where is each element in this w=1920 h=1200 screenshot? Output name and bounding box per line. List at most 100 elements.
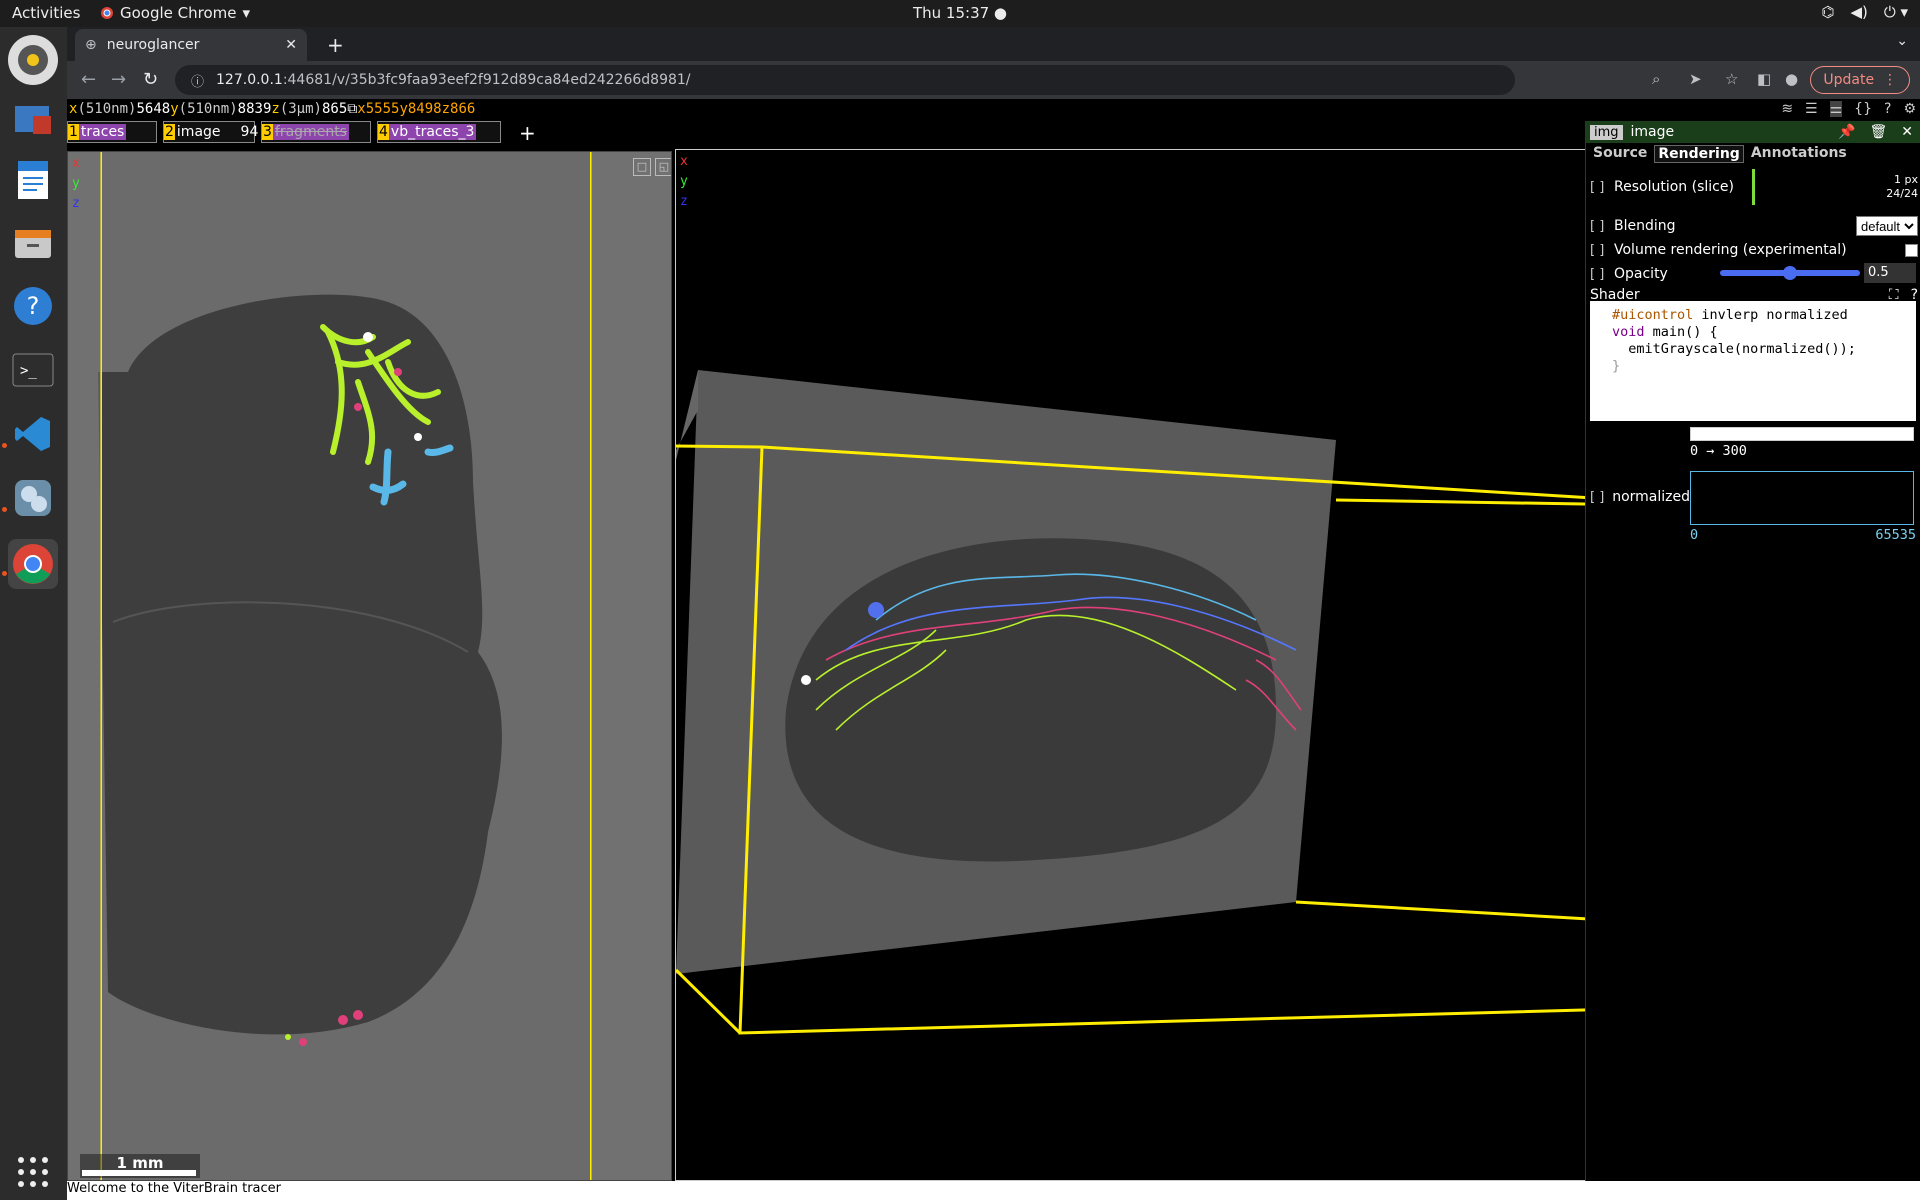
help-question-icon[interactable]: ? <box>1884 101 1891 117</box>
z-coordinate[interactable]: 865 <box>322 101 347 117</box>
axis-y-label: y <box>680 174 688 189</box>
update-label: Update <box>1823 72 1875 88</box>
x-coordinate[interactable]: 5648 <box>136 101 170 117</box>
files-icon[interactable] <box>8 219 58 269</box>
expand-icon[interactable]: ◱ <box>655 158 671 176</box>
layer-name: image <box>176 124 221 140</box>
tool-bracket[interactable]: [ ] <box>1590 219 1608 234</box>
layer-chip-fragments[interactable]: 3 fragments <box>261 121 371 143</box>
slice-view-panel[interactable]: x y z □ ◱ 1 mm <box>67 151 672 1181</box>
side-layer-name[interactable]: image <box>1631 124 1675 140</box>
send-icon[interactable]: ➤ <box>1689 70 1702 88</box>
tool-bracket[interactable]: [ ] <box>1590 490 1606 505</box>
back-button[interactable]: ← <box>81 69 96 90</box>
code-directive: #uicontrol <box>1612 307 1694 323</box>
side-panel-icon[interactable]: ◧ <box>1757 70 1771 88</box>
settings-sliders-icon[interactable]: ⚌ <box>1829 101 1843 117</box>
zoom-icon[interactable]: ⌕ <box>1652 70 1660 88</box>
volume-row: [ ] Volume rendering (experimental) <box>1590 240 1918 260</box>
volume-checkbox[interactable] <box>1905 243 1918 257</box>
browser-toolbar: ← → ↻ ⓘ 127.0.0.1:44681/v/35b3fc9faa93ee… <box>67 61 1920 99</box>
blending-label: Blending <box>1614 218 1676 234</box>
blending-select[interactable]: default <box>1856 216 1918 236</box>
app-menu-label: Google Chrome <box>120 4 237 22</box>
tab-title: neuroglancer <box>106 37 200 53</box>
tab-annotations[interactable]: Annotations <box>1748 145 1850 163</box>
tool-bracket[interactable]: [ ] <box>1590 267 1608 282</box>
writer-icon[interactable] <box>8 155 58 205</box>
activities-button[interactable]: Activities <box>12 4 80 22</box>
forward-button[interactable]: → <box>111 69 126 90</box>
code-text: main() { <box>1644 324 1718 340</box>
layer-number: 3 <box>262 124 273 140</box>
rhythmbox-icon[interactable] <box>8 35 58 85</box>
layers-icon[interactable]: ≋ <box>1781 101 1793 117</box>
mouse-z: 866 <box>450 101 476 117</box>
update-button[interactable]: Update ⋮ <box>1810 66 1910 94</box>
code-keyword: void <box>1612 324 1645 340</box>
tool-bracket[interactable]: [ ] <box>1590 243 1608 258</box>
layer-list-icon[interactable]: ☰ <box>1805 101 1818 117</box>
close-icon[interactable]: ✕ <box>1901 124 1913 140</box>
reload-button[interactable]: ↻ <box>143 69 158 90</box>
address-bar[interactable]: ⓘ 127.0.0.1:44681/v/35b3fc9faa93eef2f912… <box>175 65 1515 95</box>
resolution-bar <box>1751 169 1755 205</box>
bookmark-star-icon[interactable]: ☆ <box>1725 70 1738 88</box>
volume-icon[interactable]: ◀) <box>1850 3 1867 21</box>
pin-icon[interactable]: 📌 <box>1838 124 1855 140</box>
norm-max[interactable]: 65535 <box>1875 527 1916 543</box>
tab-search-icon[interactable]: ⌄ <box>1896 33 1908 49</box>
layer-chip-vb-traces-3[interactable]: 4 vb_traces_3 <box>377 121 501 143</box>
norm-min[interactable]: 0 <box>1690 527 1698 543</box>
layer-name: fragments <box>272 124 349 140</box>
layer-side-panel: img image 📌 🗑 ✕ Source Rendering Annotat… <box>1585 121 1920 1181</box>
vscode-icon[interactable] <box>8 409 58 459</box>
close-icon[interactable]: ✕ <box>285 37 297 53</box>
tool-bracket[interactable]: [ ] <box>1590 180 1608 195</box>
range-histogram[interactable] <box>1690 427 1914 441</box>
axis-x-label: x <box>680 154 688 169</box>
resolution-px: 1 px <box>1894 173 1918 186</box>
axis-x-label: x <box>72 156 80 171</box>
help-icon[interactable]: ? <box>8 281 58 331</box>
maximize-icon[interactable]: □ <box>633 158 651 176</box>
status-bar: Welcome to the ViterBrain tracer <box>67 1181 1920 1200</box>
slider-knob[interactable] <box>1783 266 1797 280</box>
shader-editor[interactable]: #uicontrol invlerp normalized void main(… <box>1590 301 1916 421</box>
terminal-icon[interactable]: >_ <box>8 345 58 395</box>
y-coordinate[interactable]: 8839 <box>238 101 272 117</box>
system-tray[interactable]: ⌬ ◀) ⏻ ▾ <box>1821 3 1908 21</box>
opacity-input[interactable]: 0.5 <box>1864 263 1916 283</box>
layer-chip-image[interactable]: 2 image 94 <box>163 121 258 143</box>
app-menu[interactable]: Google Chrome ▾ <box>100 4 250 22</box>
layer-chip-traces[interactable]: 1 traces <box>67 121 157 143</box>
range-max[interactable]: 300 <box>1723 443 1747 459</box>
profile-icon[interactable]: ● <box>1785 70 1798 88</box>
chrome-icon[interactable] <box>8 539 58 589</box>
layer-type-badge: img <box>1590 124 1623 140</box>
power-icon[interactable]: ⏻ ▾ <box>1884 3 1908 21</box>
image-viewer-icon[interactable] <box>8 95 58 145</box>
gear-icon[interactable]: ⚙ <box>1903 101 1916 117</box>
opacity-slider[interactable] <box>1720 266 1860 280</box>
mouse-x: 5555 <box>365 101 400 117</box>
trash-icon[interactable]: 🗑 <box>1869 124 1887 140</box>
clock[interactable]: Thu 15:37 ● <box>913 4 1007 22</box>
tab-source[interactable]: Source <box>1590 145 1650 163</box>
show-apps-icon[interactable] <box>8 1147 58 1197</box>
tab-rendering[interactable]: Rendering <box>1654 145 1744 163</box>
new-tab-button[interactable]: + <box>327 33 344 57</box>
browser-tab[interactable]: ⊕ neuroglancer ✕ <box>75 29 307 61</box>
info-icon[interactable]: ⓘ <box>191 71 204 90</box>
copy-icon[interactable]: ⧉ <box>347 101 357 117</box>
resolution-info: 1 px 24/24 <box>1886 173 1918 201</box>
resolution-row: [ ] Resolution (slice) 1 px 24/24 <box>1590 167 1918 207</box>
normalized-control[interactable] <box>1690 471 1914 525</box>
app-icon[interactable] <box>8 473 58 523</box>
range-min[interactable]: 0 <box>1690 443 1698 459</box>
z-unit: 3μm <box>288 101 314 117</box>
json-icon[interactable]: {} <box>1854 101 1872 117</box>
status-message: Welcome to the ViterBrain tracer <box>67 1181 282 1196</box>
network-icon[interactable]: ⌬ <box>1821 3 1834 21</box>
add-layer-button[interactable]: + <box>519 121 536 145</box>
